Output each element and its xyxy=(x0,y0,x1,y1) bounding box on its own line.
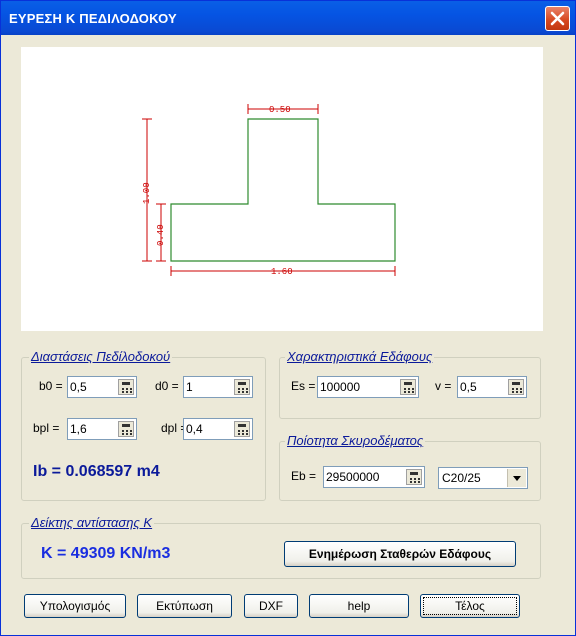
dialog-window: ΕΥΡΕΣΗ Κ ΠΕΔΙΛΟΔΟΚΟΥ 0.50 1.60 1.00 0.40… xyxy=(0,0,576,636)
concrete-class-select[interactable]: C20/25 xyxy=(438,467,528,489)
section-drawing-svg: 0.50 1.60 1.00 0.40 xyxy=(142,104,396,277)
dxf-label: DXF xyxy=(259,599,283,613)
eb-label: Eb = xyxy=(291,469,317,483)
dim-bottom-label: 1.60 xyxy=(271,267,293,277)
es-field[interactable]: 100000 xyxy=(317,376,419,398)
calculator-icon[interactable] xyxy=(234,421,250,437)
calculate-label: Υπολογισμός xyxy=(39,599,111,613)
close-icon xyxy=(550,11,565,26)
ib-result: Ib = 0.068597 m4 xyxy=(33,463,160,480)
calculator-icon[interactable] xyxy=(400,379,416,395)
bpl-field[interactable]: 1,6 xyxy=(67,418,137,440)
calculator-icon[interactable] xyxy=(406,469,422,485)
k-result: K = 49309 KN/m3 xyxy=(41,545,171,562)
end-label: Τέλος xyxy=(455,599,485,613)
v-value: 0,5 xyxy=(460,380,477,394)
b0-label: b0 = xyxy=(39,379,63,393)
update-soil-constants-button[interactable]: Ενημέρωση Σταθερών Εδάφους xyxy=(284,541,516,567)
dpl-value: 0,4 xyxy=(186,422,203,436)
eb-field[interactable]: 29500000 xyxy=(323,466,425,488)
dimensions-group-title: Διαστάσεις Πεδίλοδοκού xyxy=(29,349,173,364)
bpl-value: 1,6 xyxy=(70,422,87,436)
concrete-group-title: Ποίοτητα Σκυροδέματος xyxy=(285,433,426,448)
d0-field[interactable]: 1 xyxy=(183,376,253,398)
dim-top-label: 0.50 xyxy=(269,105,291,115)
calculate-button[interactable]: Υπολογισμός xyxy=(24,594,126,618)
close-button[interactable] xyxy=(545,6,570,31)
concrete-class-value: C20/25 xyxy=(442,471,481,485)
v-field[interactable]: 0,5 xyxy=(457,376,527,398)
soil-group-title: Χαρακτηριστικά Εδάφους xyxy=(285,349,435,364)
dim-height-label: 1.00 xyxy=(142,182,152,204)
b0-value: 0,5 xyxy=(70,380,87,394)
calculator-icon[interactable] xyxy=(508,379,524,395)
d0-label: d0 = xyxy=(155,379,179,393)
d0-value: 1 xyxy=(186,380,193,394)
calculator-icon[interactable] xyxy=(118,421,134,437)
k-group-title: Δείκτης αντίστασης Κ xyxy=(29,515,155,530)
print-label: Εκτύπωση xyxy=(156,599,213,613)
calculator-icon[interactable] xyxy=(234,379,250,395)
bpl-label: bpl = xyxy=(33,421,60,435)
window-title: ΕΥΡΕΣΗ Κ ΠΕΔΙΛΟΔΟΚΟΥ xyxy=(9,11,177,26)
eb-value: 29500000 xyxy=(326,470,380,484)
section-drawing: 0.50 1.60 1.00 0.40 xyxy=(21,47,543,331)
chevron-down-icon[interactable] xyxy=(507,469,526,487)
dpl-field[interactable]: 0,4 xyxy=(183,418,253,440)
help-label: help xyxy=(347,599,371,613)
v-label: v = xyxy=(435,379,452,393)
section-outline xyxy=(170,118,396,262)
dxf-button[interactable]: DXF xyxy=(244,594,298,618)
print-button[interactable]: Εκτύπωση xyxy=(137,594,232,618)
dim-flange-label: 0.40 xyxy=(156,224,166,246)
update-soil-constants-label: Ενημέρωση Σταθερών Εδάφους xyxy=(308,547,492,561)
es-value: 100000 xyxy=(320,380,361,394)
b0-field[interactable]: 0,5 xyxy=(67,376,137,398)
title-bar[interactable]: ΕΥΡΕΣΗ Κ ΠΕΔΙΛΟΔΟΚΟΥ xyxy=(1,1,575,35)
help-button[interactable]: help xyxy=(309,594,409,618)
end-button[interactable]: Τέλος xyxy=(420,594,520,618)
calculator-icon[interactable] xyxy=(118,379,134,395)
es-label: Es = xyxy=(291,379,316,393)
